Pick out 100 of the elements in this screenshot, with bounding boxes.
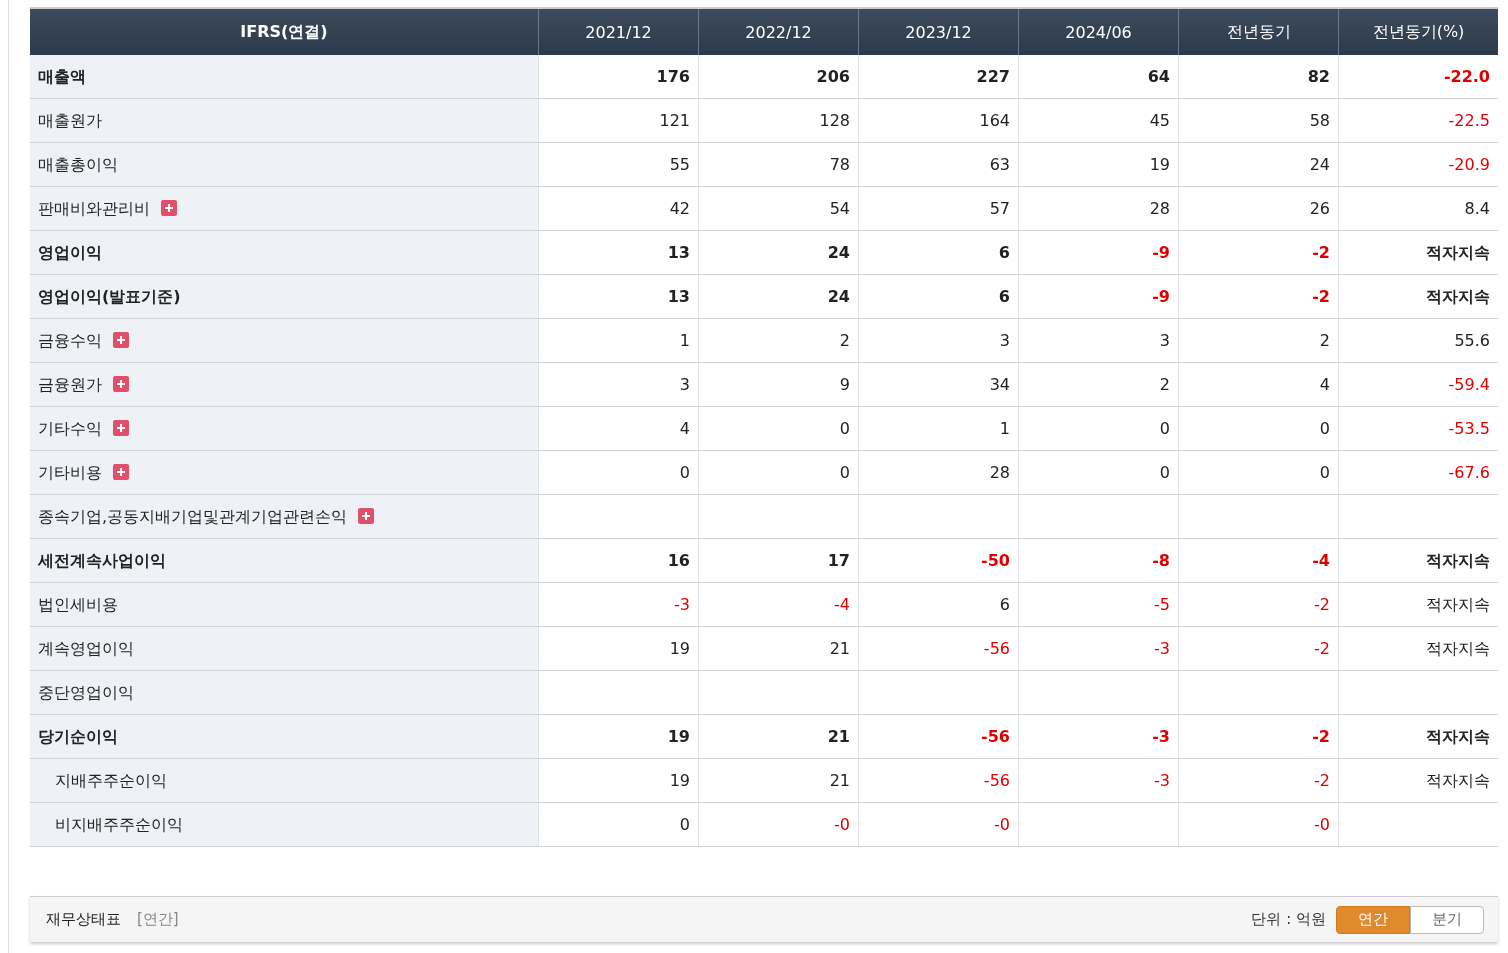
table-cell: 2 (839, 330, 850, 350)
table-cell: 16 (667, 550, 690, 570)
table-cell: 1 (999, 418, 1010, 438)
table-cell: 4 (1319, 374, 1330, 394)
row-label: 매출총이익 (30, 142, 539, 187)
table-cell: -53.5 (1448, 418, 1490, 438)
row-label: 종속기업,공동지배기업및관계기업관련손익 (30, 494, 539, 539)
table-cell: 21 (829, 770, 850, 790)
table-cell: 3 (999, 330, 1010, 350)
expand-plus-icon[interactable] (113, 331, 130, 348)
table-cell: 적자지속 (1426, 594, 1490, 614)
row-label: 법인세비용 (30, 582, 539, 627)
table-cell: 4 (679, 418, 690, 438)
table-cell: -59.4 (1448, 374, 1490, 394)
table-cell: 19 (667, 726, 690, 746)
table-cell: 227 (976, 66, 1010, 86)
table-cell: 24 (827, 286, 850, 306)
table-cell: 9 (839, 374, 850, 394)
table-cell: -8 (1152, 550, 1170, 570)
section-title: 재무상태표 (46, 910, 121, 929)
table-cell: 적자지속 (1426, 770, 1490, 790)
table-cell: 28 (989, 462, 1010, 482)
table-cell: -3 (674, 594, 690, 614)
row-label: 기타비용 (30, 450, 539, 495)
table-cell: -5 (1154, 594, 1170, 614)
table-cell: 24 (827, 242, 850, 262)
table-cell: -56 (983, 638, 1010, 658)
table-cell: 0 (1319, 462, 1330, 482)
table-cell: 64 (1147, 66, 1170, 86)
row-label: 영업이익(발표기준) (30, 274, 539, 319)
expand-plus-icon[interactable] (113, 419, 130, 436)
table-cell: -2 (1312, 286, 1330, 306)
table-cell: -56 (983, 770, 1010, 790)
table-cell: 3 (1159, 330, 1170, 350)
column-header: 2023/12 (858, 9, 1019, 55)
table-cell: -2 (1314, 594, 1330, 614)
table-cell: 적자지속 (1426, 726, 1490, 746)
table-cell: 21 (827, 726, 850, 746)
table-cell: 0 (839, 418, 850, 438)
table-cell: 63 (989, 154, 1010, 174)
table-cell: 45 (1149, 110, 1170, 130)
column-header: 전년동기(%) (1338, 9, 1498, 55)
table-cell: 26 (1309, 198, 1330, 218)
row-label: 계속영업이익 (30, 626, 539, 671)
row-label: 지배주주순이익 (30, 758, 539, 803)
table-cell: 54 (829, 198, 850, 218)
table-cell: -22.5 (1448, 110, 1490, 130)
table-cell: -2 (1312, 242, 1330, 262)
column-header: 2022/12 (698, 9, 859, 55)
table-cell: -2 (1314, 638, 1330, 658)
row-label: 매출액 (30, 55, 539, 99)
column-header: 2024/06 (1018, 9, 1179, 55)
table-cell: 0 (1319, 418, 1330, 438)
table-cell: 0 (679, 814, 690, 834)
table-cell: -50 (981, 550, 1010, 570)
table-cell: 21 (829, 638, 850, 658)
table-cell: -22.0 (1443, 66, 1490, 86)
table-cell: -4 (1312, 550, 1330, 570)
table-cell: 176 (656, 66, 690, 86)
column-header: 전년동기 (1178, 9, 1339, 55)
table-cell: 0 (1159, 462, 1170, 482)
row-label: 비지배주주순이익 (30, 802, 539, 847)
expand-plus-icon[interactable] (113, 463, 130, 480)
table-cell: -67.6 (1448, 462, 1490, 482)
table-cell: 적자지속 (1426, 242, 1490, 262)
period-toggle-button[interactable]: 분기 (1410, 905, 1484, 934)
table-cell: 19 (1149, 154, 1170, 174)
table-cell: 82 (1307, 66, 1330, 86)
table-cell: 57 (989, 198, 1010, 218)
expand-plus-icon[interactable] (161, 199, 178, 216)
expand-plus-icon[interactable] (113, 375, 130, 392)
table-cell: 6 (999, 594, 1010, 614)
table-cell: 78 (829, 154, 850, 174)
table-cell: 164 (979, 110, 1010, 130)
table-cell: 206 (816, 66, 850, 86)
table-cell: -9 (1152, 286, 1170, 306)
table-cell: 1 (679, 330, 690, 350)
table-cell: 34 (989, 374, 1010, 394)
table-cell: -3 (1154, 770, 1170, 790)
table-cell: 0 (679, 462, 690, 482)
table-cell: 24 (1309, 154, 1330, 174)
table-cell: -3 (1154, 638, 1170, 658)
table-cell: 6 (998, 286, 1010, 306)
table-cell: 55.6 (1454, 330, 1490, 350)
unit-label: 단위 : 억원 (1251, 910, 1326, 929)
row-label: 기타수익 (30, 406, 539, 451)
table-cell: 17 (827, 550, 850, 570)
table-cell: 6 (998, 242, 1010, 262)
table-cell: 0 (1159, 418, 1170, 438)
table-cell: 19 (669, 770, 690, 790)
table-cell: 13 (667, 286, 690, 306)
table-cell: 적자지속 (1426, 638, 1490, 658)
table-cell: -9 (1152, 242, 1170, 262)
period-label: [연간] (137, 910, 179, 929)
row-label: 영업이익 (30, 230, 539, 275)
table-cell: 3 (679, 374, 690, 394)
table-cell: -0 (834, 814, 850, 834)
expand-plus-icon[interactable] (358, 507, 375, 524)
table-cell: -2 (1312, 726, 1330, 746)
table-cell: -2 (1314, 770, 1330, 790)
